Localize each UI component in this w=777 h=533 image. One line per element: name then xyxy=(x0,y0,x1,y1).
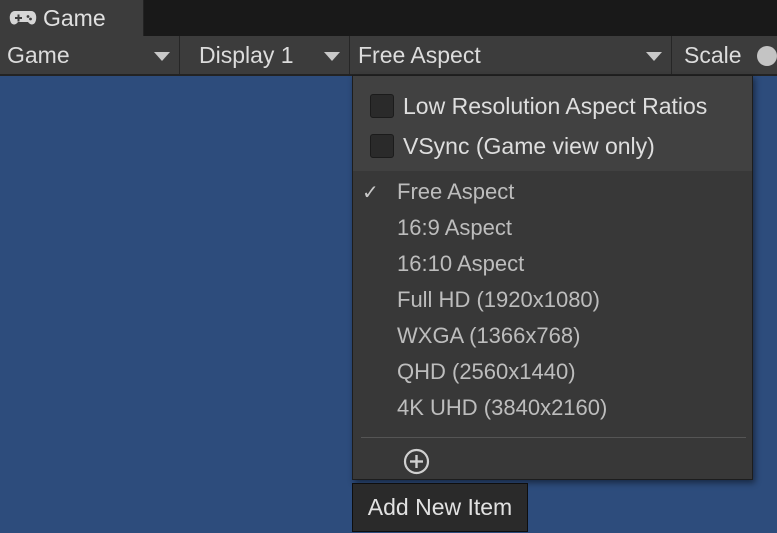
option-label: VSync (Game view only) xyxy=(403,132,655,159)
menu-item-label: Free Aspect xyxy=(397,179,515,204)
chevron-down-icon xyxy=(646,52,662,61)
menu-item-label: 16:9 Aspect xyxy=(397,215,512,240)
aspect-menu: Low Resolution Aspect Ratios VSync (Game… xyxy=(352,75,753,480)
menu-item-full-hd[interactable]: Full HD (1920x1080) xyxy=(353,283,752,317)
low-resolution-toggle[interactable]: Low Resolution Aspect Ratios xyxy=(370,91,707,121)
game-view-window: Game Game Display 1 Free Aspect Scale Lo… xyxy=(0,0,777,533)
chevron-down-icon xyxy=(324,52,340,61)
add-new-item-tooltip: Add New Item xyxy=(352,483,528,532)
menu-item-label: QHD (2560x1440) xyxy=(397,359,576,384)
chevron-down-icon xyxy=(154,52,170,61)
view-mode-label: Game xyxy=(7,41,70,68)
plus-circle-icon[interactable] xyxy=(403,448,430,475)
gamepad-icon xyxy=(9,9,37,27)
menu-item-label: Full HD (1920x1080) xyxy=(397,287,600,312)
menu-item-label: 4K UHD (3840x2160) xyxy=(397,395,608,420)
scale-slider-handle[interactable] xyxy=(757,46,777,66)
display-dropdown[interactable]: Display 1 xyxy=(180,36,350,74)
display-label: Display 1 xyxy=(199,41,294,68)
view-mode-dropdown[interactable]: Game xyxy=(0,36,180,74)
menu-item-16-10[interactable]: 16:10 Aspect xyxy=(353,247,752,281)
aspect-label: Free Aspect xyxy=(358,41,481,68)
menu-item-16-9[interactable]: 16:9 Aspect xyxy=(353,211,752,245)
tab-game[interactable]: Game xyxy=(0,0,144,36)
tab-strip: Game xyxy=(0,0,777,36)
menu-divider xyxy=(361,437,746,438)
game-toolbar: Game Display 1 Free Aspect Scale xyxy=(0,36,777,76)
menu-item-qhd[interactable]: QHD (2560x1440) xyxy=(353,355,752,389)
aspect-dropdown[interactable]: Free Aspect xyxy=(350,36,672,74)
aspect-options-section: Low Resolution Aspect Ratios VSync (Game… xyxy=(353,76,752,171)
checkbox[interactable] xyxy=(370,134,394,158)
menu-item-4k-uhd[interactable]: 4K UHD (3840x2160) xyxy=(353,391,752,425)
tab-label: Game xyxy=(43,4,106,31)
vsync-toggle[interactable]: VSync (Game view only) xyxy=(370,131,655,161)
menu-item-label: WXGA (1366x768) xyxy=(397,323,581,348)
option-label: Low Resolution Aspect Ratios xyxy=(403,92,708,119)
menu-item-free-aspect[interactable]: ✓ Free Aspect xyxy=(353,175,752,209)
tooltip-text: Add New Item xyxy=(367,494,513,520)
menu-item-label: 16:10 Aspect xyxy=(397,251,525,276)
check-mark-icon: ✓ xyxy=(362,180,379,204)
scale-label: Scale xyxy=(684,41,742,68)
checkbox[interactable] xyxy=(370,94,394,118)
menu-item-wxga[interactable]: WXGA (1366x768) xyxy=(353,319,752,353)
